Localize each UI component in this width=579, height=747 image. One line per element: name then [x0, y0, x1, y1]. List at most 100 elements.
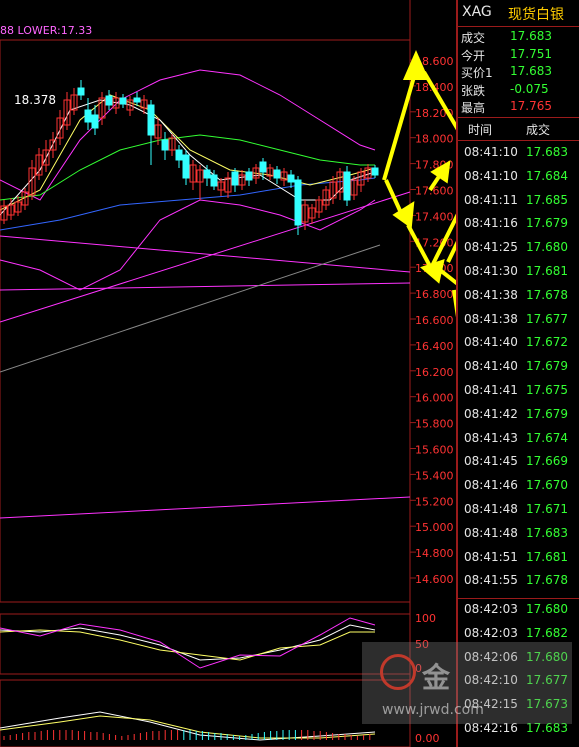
- tick-time: 08:41:51: [464, 549, 518, 564]
- tick-row[interactable]: 08:41:38 17.677: [458, 312, 579, 336]
- trend-line-2: [0, 191, 411, 323]
- watermark-logo-icon: [380, 654, 416, 690]
- tick-row[interactable]: 08:41:55 17.678: [458, 573, 579, 597]
- quote-row-label: 成交: [461, 31, 486, 45]
- quote-row: 成交 17.683: [458, 29, 579, 46]
- tick-time: 08:41:43: [464, 430, 518, 445]
- price-tick-label: 15.800: [415, 418, 454, 431]
- tick-price: 17.681: [526, 264, 568, 278]
- tick-row[interactable]: 08:42:03 17.680: [458, 602, 579, 626]
- candle-down: [203, 169, 211, 179]
- tick-time: 08:42:03: [464, 625, 518, 640]
- price-tick-label: 16.800: [415, 288, 454, 301]
- tick-row[interactable]: 08:41:10 17.684: [458, 169, 579, 193]
- tick-row[interactable]: 08:41:41 17.675: [458, 383, 579, 407]
- candle-down: [287, 174, 295, 183]
- price-tick-label: 16.600: [415, 314, 454, 327]
- price-axis: 18.60018.40018.20018.00017.80017.60017.4…: [410, 55, 454, 586]
- quote-row-value: 17.765: [510, 99, 552, 113]
- tick-price: 17.674: [526, 430, 568, 445]
- instrument-name: 现货白银: [508, 7, 564, 23]
- tick-row[interactable]: 08:41:38 17.678: [458, 288, 579, 312]
- tick-row[interactable]: 08:41:10 17.683: [458, 145, 579, 169]
- tick-price: 17.679: [526, 406, 568, 421]
- price-tick-label: 17.400: [415, 210, 454, 223]
- tick-price: 17.678: [526, 573, 568, 588]
- price-tick-label: 16.000: [415, 392, 454, 405]
- quote-row-value: 17.683: [510, 64, 552, 78]
- trend-line-3: [0, 282, 411, 291]
- candle-down: [119, 97, 127, 105]
- candle-down: [182, 154, 190, 179]
- trend-line-5: [0, 496, 411, 519]
- tick-time: 08:41:41: [464, 383, 518, 397]
- tick-time: 08:41:55: [464, 573, 518, 588]
- price-pane-frame: [0, 39, 411, 603]
- quote-row: 买价1 17.683: [458, 64, 579, 81]
- tick-row[interactable]: 08:41:51 17.681: [458, 550, 579, 574]
- tick-time: 08:41:30: [464, 264, 518, 278]
- price-tick-label: 15.400: [415, 469, 454, 482]
- tick-time: 08:41:10: [464, 145, 518, 159]
- watermark-text: 金: [422, 661, 451, 694]
- tick-row[interactable]: 08:41:46 17.670: [458, 478, 579, 502]
- kdj-tick-label: 100: [415, 612, 436, 625]
- candlestick-chart[interactable]: 88 LOWER:17.33 18.378 18.60018.40018.200…: [0, 0, 456, 747]
- quote-row: 今开 17.751: [458, 47, 579, 64]
- quote-row-label: 今开: [461, 48, 486, 63]
- tick-row[interactable]: 08:41:30 17.681: [458, 264, 579, 288]
- symbol-label: XAG: [462, 4, 492, 20]
- time-column-header: 时间: [468, 123, 493, 137]
- tick-time: 08:41:11: [464, 192, 518, 207]
- tick-price: 17.670: [526, 478, 568, 493]
- tick-price: 17.675: [526, 383, 568, 397]
- divider: [458, 598, 579, 599]
- deal-column-header: 成交: [526, 123, 551, 137]
- price-tick-label: 16.200: [415, 366, 454, 379]
- tick-time: 08:41:40: [464, 335, 518, 350]
- tick-time: 08:41:25: [464, 240, 518, 255]
- tick-time: 08:41:45: [464, 454, 518, 469]
- tick-time: 08:41:40: [464, 359, 518, 374]
- tick-row[interactable]: 08:42:16 17.683: [458, 721, 579, 745]
- quote-row-label: 最高: [461, 101, 486, 115]
- tick-row[interactable]: 08:41:25 17.680: [458, 240, 579, 264]
- tick-price: 17.681: [526, 549, 568, 564]
- tick-row[interactable]: 08:41:11 17.685: [458, 193, 579, 217]
- candle-down: [259, 161, 267, 173]
- macd-pane-frame: [0, 679, 411, 747]
- tick-row[interactable]: 08:41:43 17.674: [458, 431, 579, 455]
- boll-upper-line: [0, 69, 376, 201]
- candle-down: [343, 171, 351, 201]
- price-tick-label: 18.000: [415, 133, 454, 146]
- candle-down: [105, 95, 113, 106]
- candle-down: [91, 114, 99, 129]
- tick-price: 17.677: [526, 311, 568, 326]
- tick-time: 08:41:48: [464, 502, 518, 516]
- tick-price: 17.683: [526, 525, 568, 540]
- price-tick-label: 14.800: [415, 547, 454, 560]
- tick-row[interactable]: 08:41:48 17.671: [458, 502, 579, 526]
- divider: [458, 26, 579, 27]
- price-tick-label: 14.600: [415, 573, 454, 586]
- tick-row[interactable]: 08:41:40 17.672: [458, 335, 579, 359]
- candle-down: [147, 104, 155, 136]
- candles: [0, 80, 379, 235]
- tick-price: 17.679: [526, 216, 568, 231]
- divider: [458, 140, 579, 141]
- tick-row[interactable]: 08:41:42 17.679: [458, 407, 579, 431]
- quote-row: 张跌 -0.075: [458, 82, 579, 99]
- tick-row[interactable]: 08:41:48 17.683: [458, 526, 579, 550]
- tick-row[interactable]: 08:41:16 17.679: [458, 216, 579, 240]
- candle-down: [245, 171, 253, 181]
- price-tick-label: 15.000: [415, 521, 454, 534]
- macd-lines: [0, 711, 376, 741]
- tick-price: 17.671: [526, 502, 568, 516]
- tick-price: 17.672: [526, 335, 568, 350]
- quote-row-label: 买价1: [461, 66, 493, 80]
- tick-price: 17.684: [526, 168, 568, 183]
- tick-row[interactable]: 08:41:40 17.679: [458, 359, 579, 383]
- tick-time: 08:41:38: [464, 287, 518, 302]
- tick-row[interactable]: 08:41:45 17.669: [458, 454, 579, 478]
- trend-lines: [0, 69, 411, 519]
